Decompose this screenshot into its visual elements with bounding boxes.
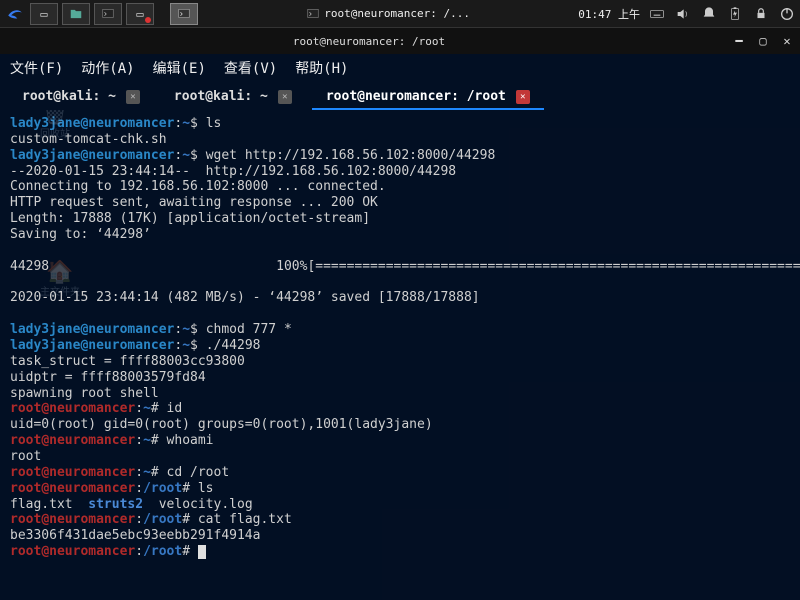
- panel-window-title[interactable]: root@neuromancer: /...: [306, 7, 470, 21]
- window-title: root@neuromancer: /root: [6, 35, 732, 48]
- panel-right: 01:47 上午: [578, 5, 796, 23]
- taskbar-btn-record-icon[interactable]: ▭: [126, 3, 154, 25]
- cursor: [198, 545, 206, 559]
- tab-1[interactable]: root@kali: ~ ✕: [160, 85, 306, 110]
- notification-icon[interactable]: [700, 5, 718, 23]
- minimize-button[interactable]: ━: [732, 34, 746, 48]
- taskbar-btn-files-icon[interactable]: [62, 3, 90, 25]
- menu-edit[interactable]: 编辑(E): [153, 58, 206, 78]
- system-panel: ▭ ▭ root@neuromancer: /... 01:47 上午: [0, 0, 800, 28]
- menu-file[interactable]: 文件(F): [10, 58, 63, 78]
- kali-logo-icon[interactable]: [4, 3, 26, 25]
- panel-center: root@neuromancer: /...: [200, 7, 576, 21]
- tab-2-close-icon[interactable]: ✕: [516, 90, 530, 104]
- tab-1-label: root@kali: ~: [174, 89, 268, 104]
- lock-icon[interactable]: [752, 5, 770, 23]
- tab-2[interactable]: root@neuromancer: /root ✕: [312, 85, 544, 110]
- menu-view[interactable]: 查看(V): [224, 58, 277, 78]
- panel-left: ▭ ▭: [4, 3, 198, 25]
- window-titlebar[interactable]: root@neuromancer: /root ━ ▢ ✕: [0, 28, 800, 54]
- panel-window-title-text: root@neuromancer: /...: [324, 7, 470, 20]
- terminal-icon: [306, 7, 320, 21]
- menubar: 文件(F) 动作(A) 编辑(E) 查看(V) 帮助(H): [0, 54, 800, 82]
- maximize-button[interactable]: ▢: [756, 34, 770, 48]
- tab-2-label: root@neuromancer: /root: [326, 89, 506, 104]
- terminal-output[interactable]: 🗑回收站🏠主文件夹lady3jane@neuromancer:~$ ls cus…: [0, 110, 800, 600]
- clock[interactable]: 01:47 上午: [578, 6, 640, 22]
- taskbar-btn-1[interactable]: ▭: [30, 3, 58, 25]
- tab-0-label: root@kali: ~: [22, 89, 116, 104]
- menu-help[interactable]: 帮助(H): [295, 58, 348, 78]
- tab-0[interactable]: root@kali: ~ ✕: [8, 85, 154, 110]
- tab-0-close-icon[interactable]: ✕: [126, 90, 140, 104]
- battery-icon[interactable]: [726, 5, 744, 23]
- power-icon[interactable]: [778, 5, 796, 23]
- taskbar-btn-terminal-1-icon[interactable]: [94, 3, 122, 25]
- window-controls: ━ ▢ ✕: [732, 34, 794, 48]
- menu-action[interactable]: 动作(A): [81, 58, 134, 78]
- tab-bar: root@kali: ~ ✕ root@kali: ~ ✕ root@neuro…: [0, 82, 800, 110]
- tab-1-close-icon[interactable]: ✕: [278, 90, 292, 104]
- keyboard-icon[interactable]: [648, 5, 666, 23]
- close-button[interactable]: ✕: [780, 34, 794, 48]
- terminal-window: root@neuromancer: /root ━ ▢ ✕ 文件(F) 动作(A…: [0, 28, 800, 600]
- volume-icon[interactable]: [674, 5, 692, 23]
- taskbar-btn-terminal-active-icon[interactable]: [170, 3, 198, 25]
